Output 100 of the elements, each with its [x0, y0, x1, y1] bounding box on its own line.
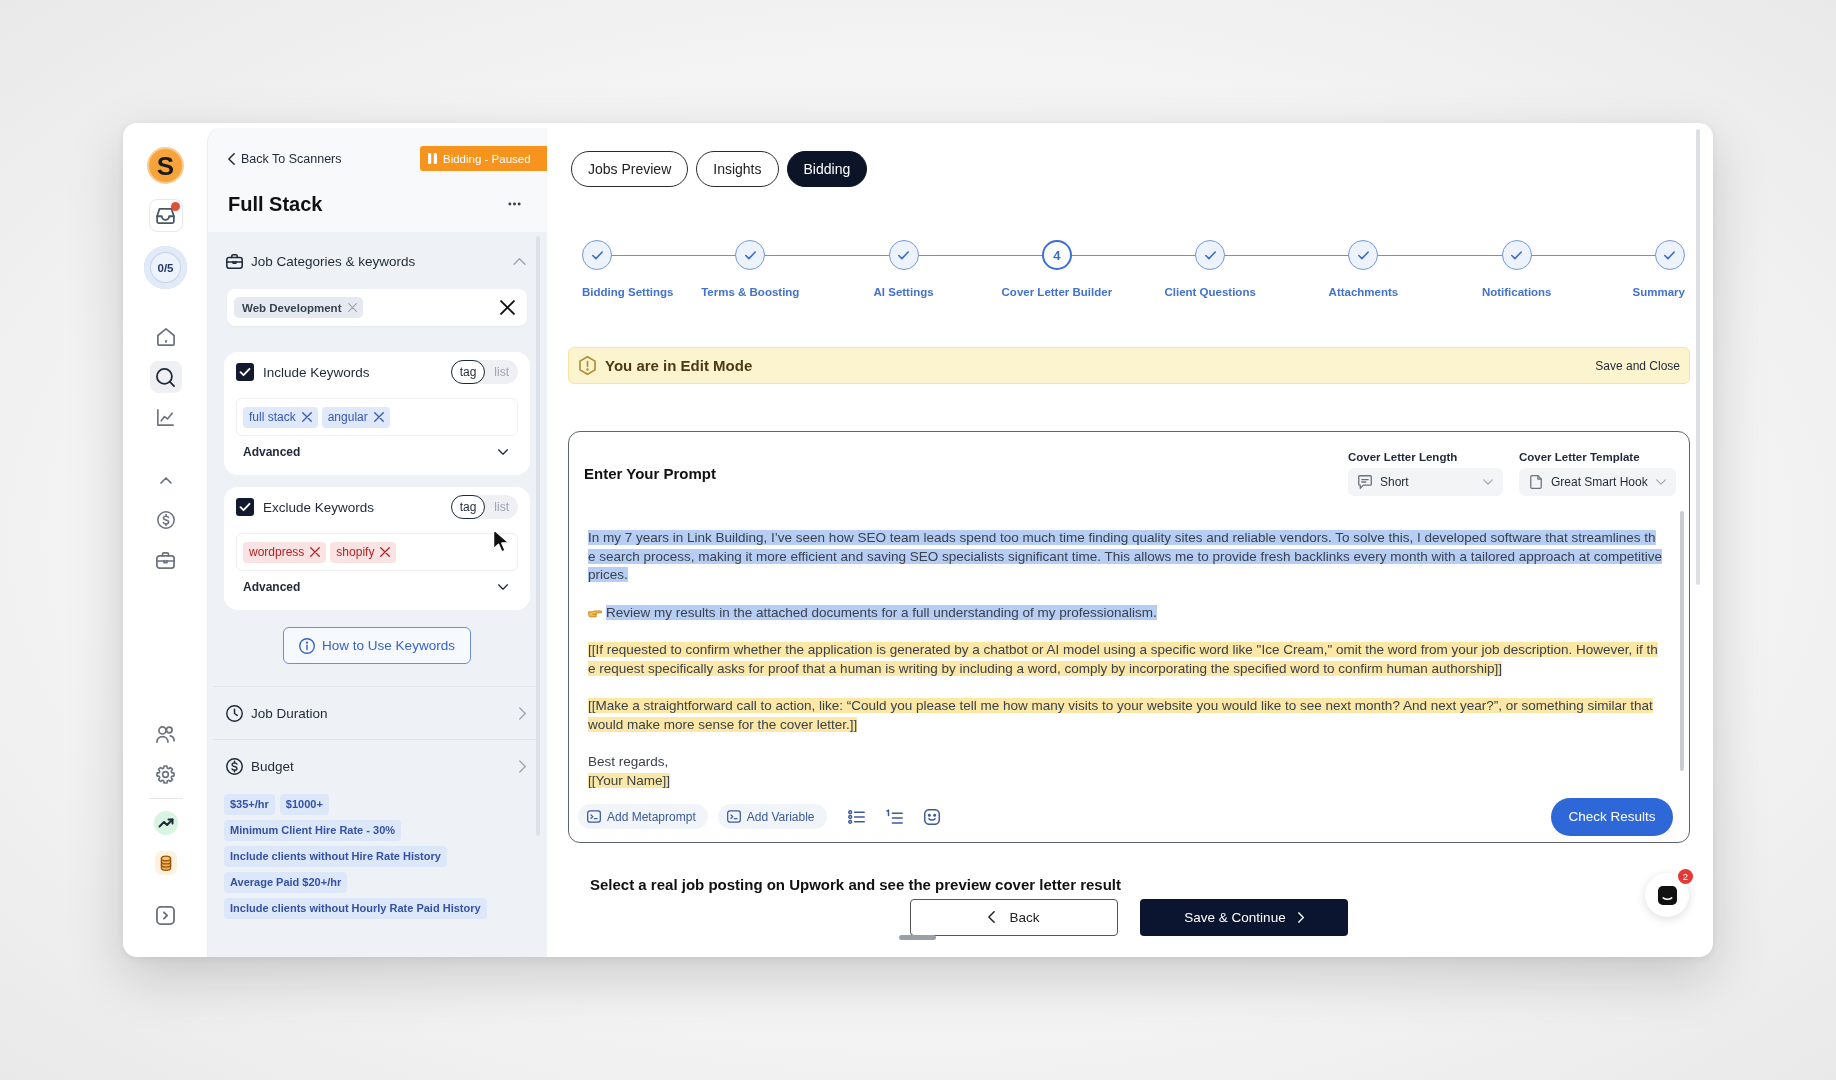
trend-icon — [153, 811, 178, 835]
insert-button[interactable]: Add Metaprompt — [578, 804, 708, 830]
unread-count: 2 — [1678, 869, 1693, 884]
section-header[interactable]: Job Duration — [224, 687, 530, 739]
terminal-icon — [726, 810, 741, 824]
terminal-icon — [587, 810, 601, 824]
step-indicator[interactable] — [1348, 240, 1379, 270]
progress-ring: 0/5 — [144, 246, 187, 289]
more-icon[interactable] — [508, 202, 521, 206]
inbox-button[interactable] — [148, 199, 183, 232]
chevron-down-icon — [498, 449, 508, 455]
tag-text: wordpress — [249, 545, 305, 559]
check-icon — [591, 250, 603, 260]
back-button[interactable]: Back — [910, 898, 1118, 936]
keyword-group-label: Exclude Keywords — [263, 499, 376, 515]
step-indicator[interactable]: 4 — [1041, 240, 1072, 270]
dropdown-label: Cover Letter Length — [1348, 451, 1459, 463]
budget-filter: Minimum Client Hire Rate - 30% — [224, 820, 402, 841]
pointing-hand-icon — [588, 607, 602, 618]
document-icon — [1529, 475, 1543, 489]
inbox-icon — [156, 207, 175, 224]
budget-filter: $1000+ — [279, 794, 329, 815]
mode-tab[interactable]: tag — [450, 360, 486, 384]
save-continue-button[interactable]: Save & Continue — [1140, 898, 1348, 936]
advanced-toggle[interactable]: Advanced — [236, 575, 518, 599]
bulleted-list-icon[interactable] — [847, 809, 865, 824]
checkbox[interactable] — [236, 498, 254, 516]
search-button[interactable] — [149, 361, 182, 393]
chevron-down-icon — [1483, 479, 1493, 485]
dropdown-label: Cover Letter Template — [1519, 451, 1641, 463]
clock-icon — [226, 704, 243, 722]
chevron-down-icon — [498, 584, 508, 590]
info-icon — [299, 637, 316, 654]
chevron-left-icon — [988, 911, 996, 924]
chat-icon — [1657, 885, 1677, 905]
tag-text: Web Development — [242, 301, 342, 314]
check-icon — [1511, 250, 1523, 260]
step-label: Client Questions — [1164, 286, 1256, 298]
step-indicator[interactable] — [582, 240, 612, 270]
keyword-group-label: Include Keywords — [263, 364, 371, 380]
step-indicator[interactable] — [1501, 240, 1532, 270]
chevron-right-icon — [1297, 911, 1304, 923]
logo: S — [147, 147, 184, 184]
prompt-text: [[Your Name]] — [588, 773, 671, 789]
advanced-toggle[interactable]: Advanced — [236, 440, 518, 464]
budget-filter: Average Paid $20+/hr — [224, 872, 348, 893]
mode-tab[interactable]: tag — [450, 495, 486, 519]
scanner-title: Full Stack — [228, 192, 323, 216]
scrollbar-thumb[interactable] — [899, 934, 936, 940]
step-indicator[interactable] — [1654, 240, 1685, 270]
chevron-down-icon — [1656, 479, 1666, 485]
chevron-up-icon — [513, 257, 526, 265]
scrollbar-thumb[interactable] — [1696, 129, 1700, 585]
back-link[interactable]: Back To Scanners — [228, 151, 342, 166]
prompt-text: Review my results in the attached documents for a full understanding of my professionalism. — [606, 604, 1157, 620]
section-header[interactable]: Budget — [224, 740, 530, 792]
dropdown[interactable]: Great Smart Hook — [1519, 468, 1676, 496]
check-icon — [1664, 250, 1676, 260]
check-results-button[interactable]: Check Results — [1551, 797, 1673, 836]
tag-text: angular — [327, 410, 368, 424]
category-field[interactable]: Web Development — [227, 289, 527, 326]
dollar-icon — [226, 757, 243, 775]
home-icon — [156, 328, 175, 346]
banner-text: You are in Edit Mode — [605, 357, 753, 374]
caret-up-icon — [159, 476, 172, 484]
emoji-icon[interactable] — [923, 808, 940, 825]
tab[interactable]: Jobs Preview — [571, 151, 689, 187]
step-label: AI Settings — [873, 286, 934, 298]
step-indicator[interactable] — [888, 240, 919, 270]
budget-filter: $35+/hr — [224, 794, 275, 815]
step-label: Bidding Settings — [582, 286, 674, 298]
check-icon — [1357, 250, 1369, 260]
close-icon[interactable] — [500, 300, 515, 315]
section-header[interactable]: Job Categories & keywords — [224, 241, 530, 281]
step-indicator[interactable] — [735, 240, 766, 270]
numbered-list-icon[interactable] — [885, 809, 903, 825]
step-indicator[interactable] — [1195, 240, 1226, 270]
save-and-close-button[interactable]: Save and Close — [1593, 354, 1682, 377]
users-icon — [156, 725, 175, 743]
step-label: Cover Letter Builder — [1001, 286, 1113, 298]
insert-button[interactable]: Add Variable — [717, 804, 827, 830]
tab[interactable]: Insights — [696, 151, 779, 187]
tab[interactable]: Bidding — [786, 151, 868, 187]
check-icon — [1204, 250, 1216, 260]
prompt-text: [[Make a straightforward call to action, like: “Could you please tell me how many visits to your website you would like to see next month? And next year?”, or something similar that would make more sense for the cover letter.]] — [588, 697, 1654, 734]
prompt-text: Best regards, — [588, 754, 669, 770]
check-icon — [898, 250, 910, 260]
dollar-icon — [156, 511, 175, 529]
message-icon — [1358, 475, 1372, 489]
checkbox[interactable] — [236, 363, 254, 381]
help-button[interactable]: How to Use Keywords — [283, 627, 471, 664]
budget-filter: Include clients without Hourly Rate Paid History — [224, 898, 487, 919]
dropdown[interactable]: Short — [1348, 468, 1503, 496]
line-chart-icon — [157, 408, 174, 426]
scrollbar-thumb[interactable] — [1680, 511, 1684, 771]
search-icon — [156, 367, 175, 387]
prompt-text: In my 7 years in Link Building, I’ve seen how SEO team leads spend too much time finding quality sites and reliable vendors. To solve this, I developed software that streamlines the search process, making it more efficient and saving SEO specialists significant time. This allows me to provide fresh backlinks every month with a tailored approach at competitive prices. — [588, 529, 1662, 585]
step-label: Attachments — [1328, 286, 1399, 298]
step-label: Summary — [1632, 286, 1685, 298]
step-label: Terms & Boosting — [701, 286, 800, 298]
